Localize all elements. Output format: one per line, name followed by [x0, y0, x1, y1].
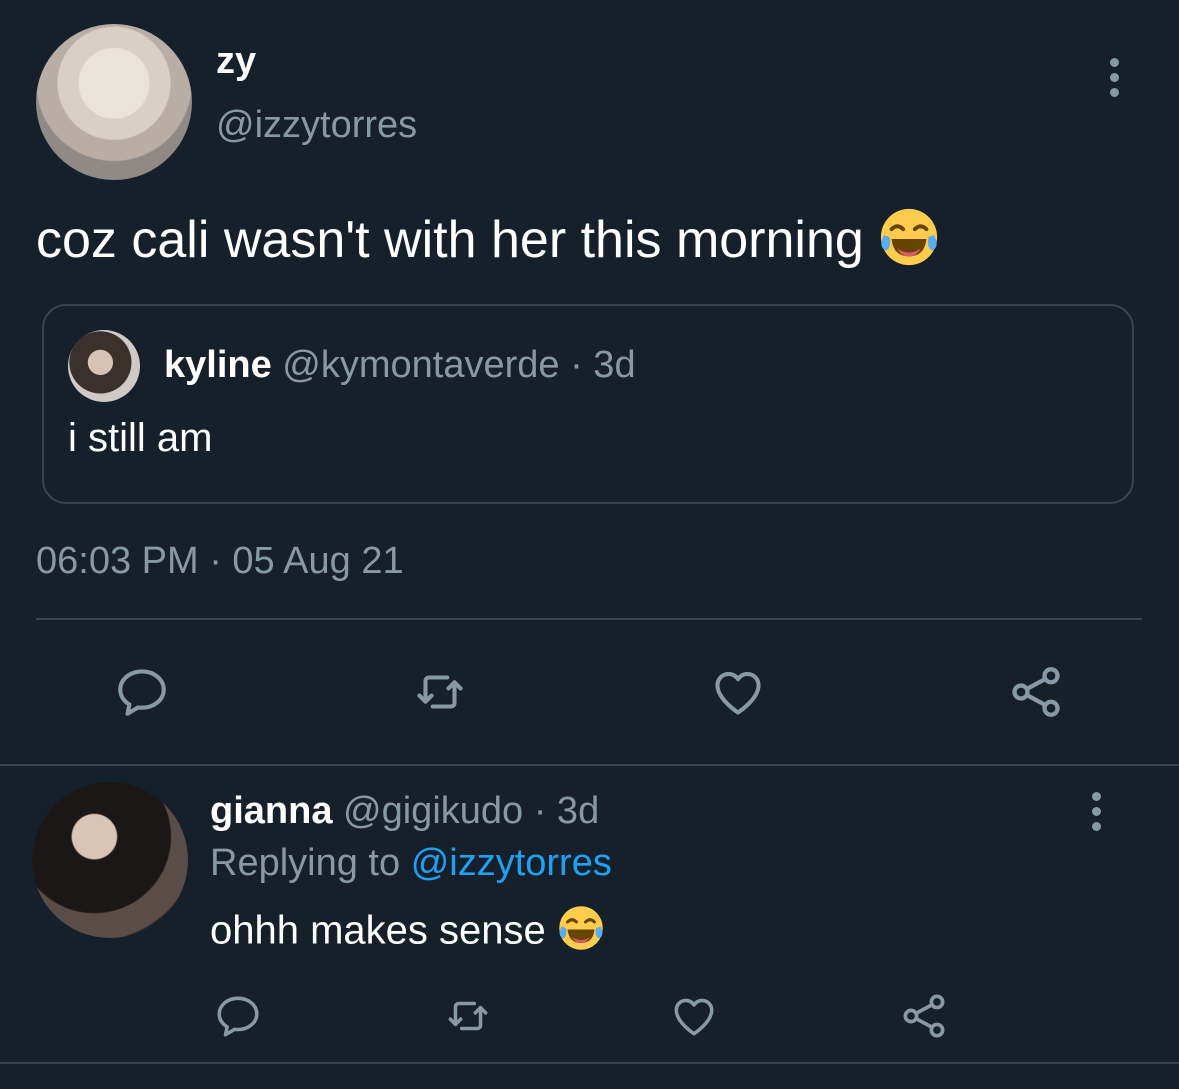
divider: [0, 764, 1179, 766]
reply-header: gianna @gigikudo · 3d: [210, 790, 599, 833]
quoted-author-avatar: [68, 330, 140, 402]
reply-icon[interactable]: [110, 660, 174, 724]
like-icon[interactable]: [706, 660, 770, 724]
tweet-timestamp[interactable]: 06:03 PM · 05 Aug 21: [36, 540, 404, 583]
author-handle[interactable]: @izzytorres: [216, 104, 417, 147]
replying-to-line: Replying to @izzytorres: [210, 842, 612, 885]
author-avatar[interactable]: [36, 24, 192, 180]
laughing-emoji-icon: [557, 904, 605, 962]
replying-to-handle[interactable]: @izzytorres: [411, 842, 612, 884]
quoted-handle-time: @kymontaverde · 3d: [282, 344, 636, 386]
quoted-display-name: kyline: [164, 344, 272, 386]
tweet-text-row: coz cali wasn't with her this morning: [36, 206, 940, 281]
share-icon[interactable]: [896, 988, 952, 1044]
retweet-icon[interactable]: [406, 660, 474, 724]
divider: [0, 1062, 1179, 1064]
reply-handle-time[interactable]: @gigikudo · 3d: [343, 790, 599, 832]
reply-text: ohhh makes sense: [210, 908, 546, 953]
tweet-text: coz cali wasn't with her this morning: [36, 211, 864, 270]
reply-author-avatar[interactable]: [32, 782, 188, 938]
share-icon[interactable]: [1004, 660, 1068, 724]
laughing-emoji-icon: [878, 206, 940, 281]
like-icon[interactable]: [666, 988, 722, 1044]
divider: [36, 618, 1142, 620]
reply-icon[interactable]: [210, 988, 266, 1044]
quoted-tweet-header: kyline @kymontaverde · 3d: [164, 344, 636, 387]
replying-to-label: Replying to: [210, 842, 401, 884]
quoted-tweet-text: i still am: [68, 416, 213, 460]
reply-text-row: ohhh makes sense: [210, 904, 605, 962]
more-options-icon[interactable]: [1110, 58, 1119, 97]
reply-display-name[interactable]: gianna: [210, 790, 332, 832]
author-display-name[interactable]: zy: [216, 40, 256, 83]
retweet-icon[interactable]: [438, 988, 498, 1044]
quoted-tweet-card[interactable]: [42, 304, 1134, 504]
more-options-icon[interactable]: [1092, 792, 1101, 831]
